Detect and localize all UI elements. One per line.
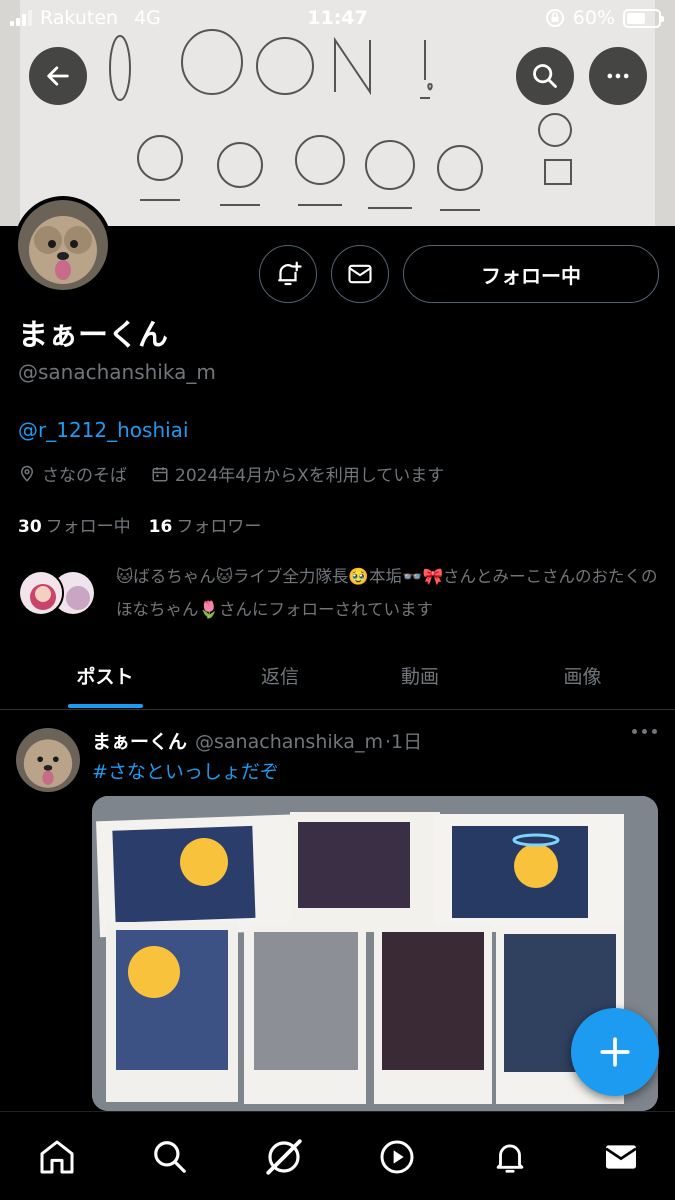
location-pin-icon	[20, 465, 34, 482]
following-label: フォロー中	[45, 517, 131, 537]
search-icon	[533, 64, 557, 88]
orientation-lock-icon	[545, 9, 564, 27]
profile-avatar[interactable]	[14, 196, 112, 294]
envelope-icon	[348, 264, 372, 284]
tab-videos[interactable]: 動画	[350, 640, 490, 710]
bio-mention-link[interactable]: @r_1212_hoshiai	[18, 418, 189, 442]
compose-post-button[interactable]	[571, 1008, 659, 1096]
battery-icon	[623, 8, 664, 28]
back-button[interactable]	[29, 47, 87, 105]
nav-notifications[interactable]	[485, 1132, 535, 1182]
known-follower-avatar	[18, 570, 64, 616]
user-handle: @sanachanshika_m	[18, 360, 216, 384]
bottom-navigation	[0, 1111, 675, 1200]
nav-search[interactable]	[145, 1132, 195, 1182]
profile-banner[interactable]: Rakuten 4G 11:47 60%	[0, 0, 675, 226]
dog-avatar-image	[18, 200, 108, 290]
nav-messages[interactable]	[596, 1132, 646, 1182]
nav-video[interactable]	[372, 1132, 422, 1182]
message-button[interactable]	[331, 245, 389, 303]
tab-replies[interactable]: 返信	[210, 640, 350, 710]
search-button[interactable]	[516, 47, 574, 105]
post-hashtag[interactable]: #さなといっしょだぞ	[92, 757, 279, 784]
profile-meta: さなのそば 2024年4月からXを利用しています	[18, 461, 468, 486]
follow-stats: 30 フォロー中 16 フォロワー	[18, 512, 261, 537]
notifications-icon	[496, 1144, 524, 1173]
joined-date-label: 2024年4月からXを利用しています	[175, 466, 445, 486]
messages-icon	[605, 1145, 637, 1169]
more-horizontal-icon	[607, 73, 629, 79]
post-author-handle: @sanachanshika_m	[195, 731, 383, 753]
post-header: まぁーくん @sanachanshika_m ·1日	[92, 727, 422, 754]
nav-grok[interactable]	[259, 1132, 309, 1182]
video-icon	[380, 1140, 414, 1174]
arrow-left-icon	[47, 66, 69, 86]
post-timestamp: ·1日	[384, 731, 423, 753]
status-bar: Rakuten 4G 11:47 60%	[0, 0, 675, 38]
following-stat[interactable]: 30 フォロー中	[18, 512, 131, 537]
tab-posts[interactable]: ポスト	[0, 640, 210, 710]
post-author-avatar[interactable]	[16, 728, 80, 792]
battery-percent: 60%	[572, 7, 615, 29]
post-author-name[interactable]: まぁーくん	[92, 727, 187, 754]
following-button[interactable]: フォロー中	[403, 245, 659, 303]
post-more-button[interactable]	[632, 729, 657, 734]
search-icon	[154, 1141, 186, 1173]
followers-count: 16	[148, 517, 173, 537]
display-name: まぁーくん	[18, 318, 168, 353]
location-label: さなのそば	[42, 466, 127, 486]
more-button[interactable]	[589, 47, 647, 105]
plus-icon	[600, 1037, 630, 1067]
home-icon	[40, 1140, 74, 1174]
notifications-subscribe-button[interactable]	[259, 245, 317, 303]
following-count: 30	[18, 517, 42, 537]
active-tab-indicator	[68, 704, 143, 708]
tab-images[interactable]: 画像	[490, 640, 675, 710]
bell-plus-icon	[278, 261, 302, 286]
followers-label: フォロワー	[176, 517, 262, 537]
profile-tabs: ポスト 返信 動画 画像	[0, 640, 675, 710]
calendar-icon	[152, 466, 168, 481]
nav-home[interactable]	[32, 1132, 82, 1182]
followers-stat[interactable]: 16 フォロワー	[149, 512, 262, 537]
grok-icon	[266, 1139, 302, 1175]
known-followers-text: 🐱ばるちゃん🐱ライブ全力隊長🥹本垢👓🎀さんとみーこさんのおたくのほなちゃん🌷さん…	[116, 567, 658, 619]
